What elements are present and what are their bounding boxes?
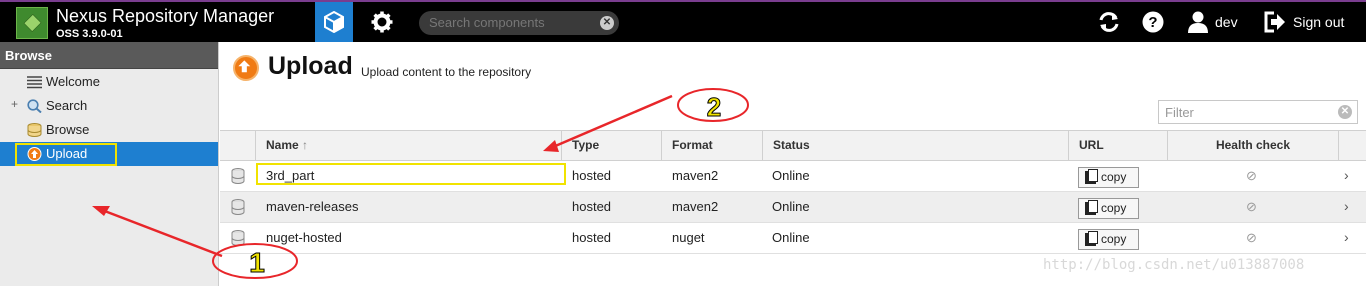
annotation-number-1: 1 (249, 247, 265, 278)
annotation-arrow-2 (543, 94, 673, 152)
annotation-arrow-1 (92, 206, 223, 258)
annotation-number-2: 2 (707, 92, 721, 122)
annotation-overlay: 1 2 (92, 88, 749, 279)
